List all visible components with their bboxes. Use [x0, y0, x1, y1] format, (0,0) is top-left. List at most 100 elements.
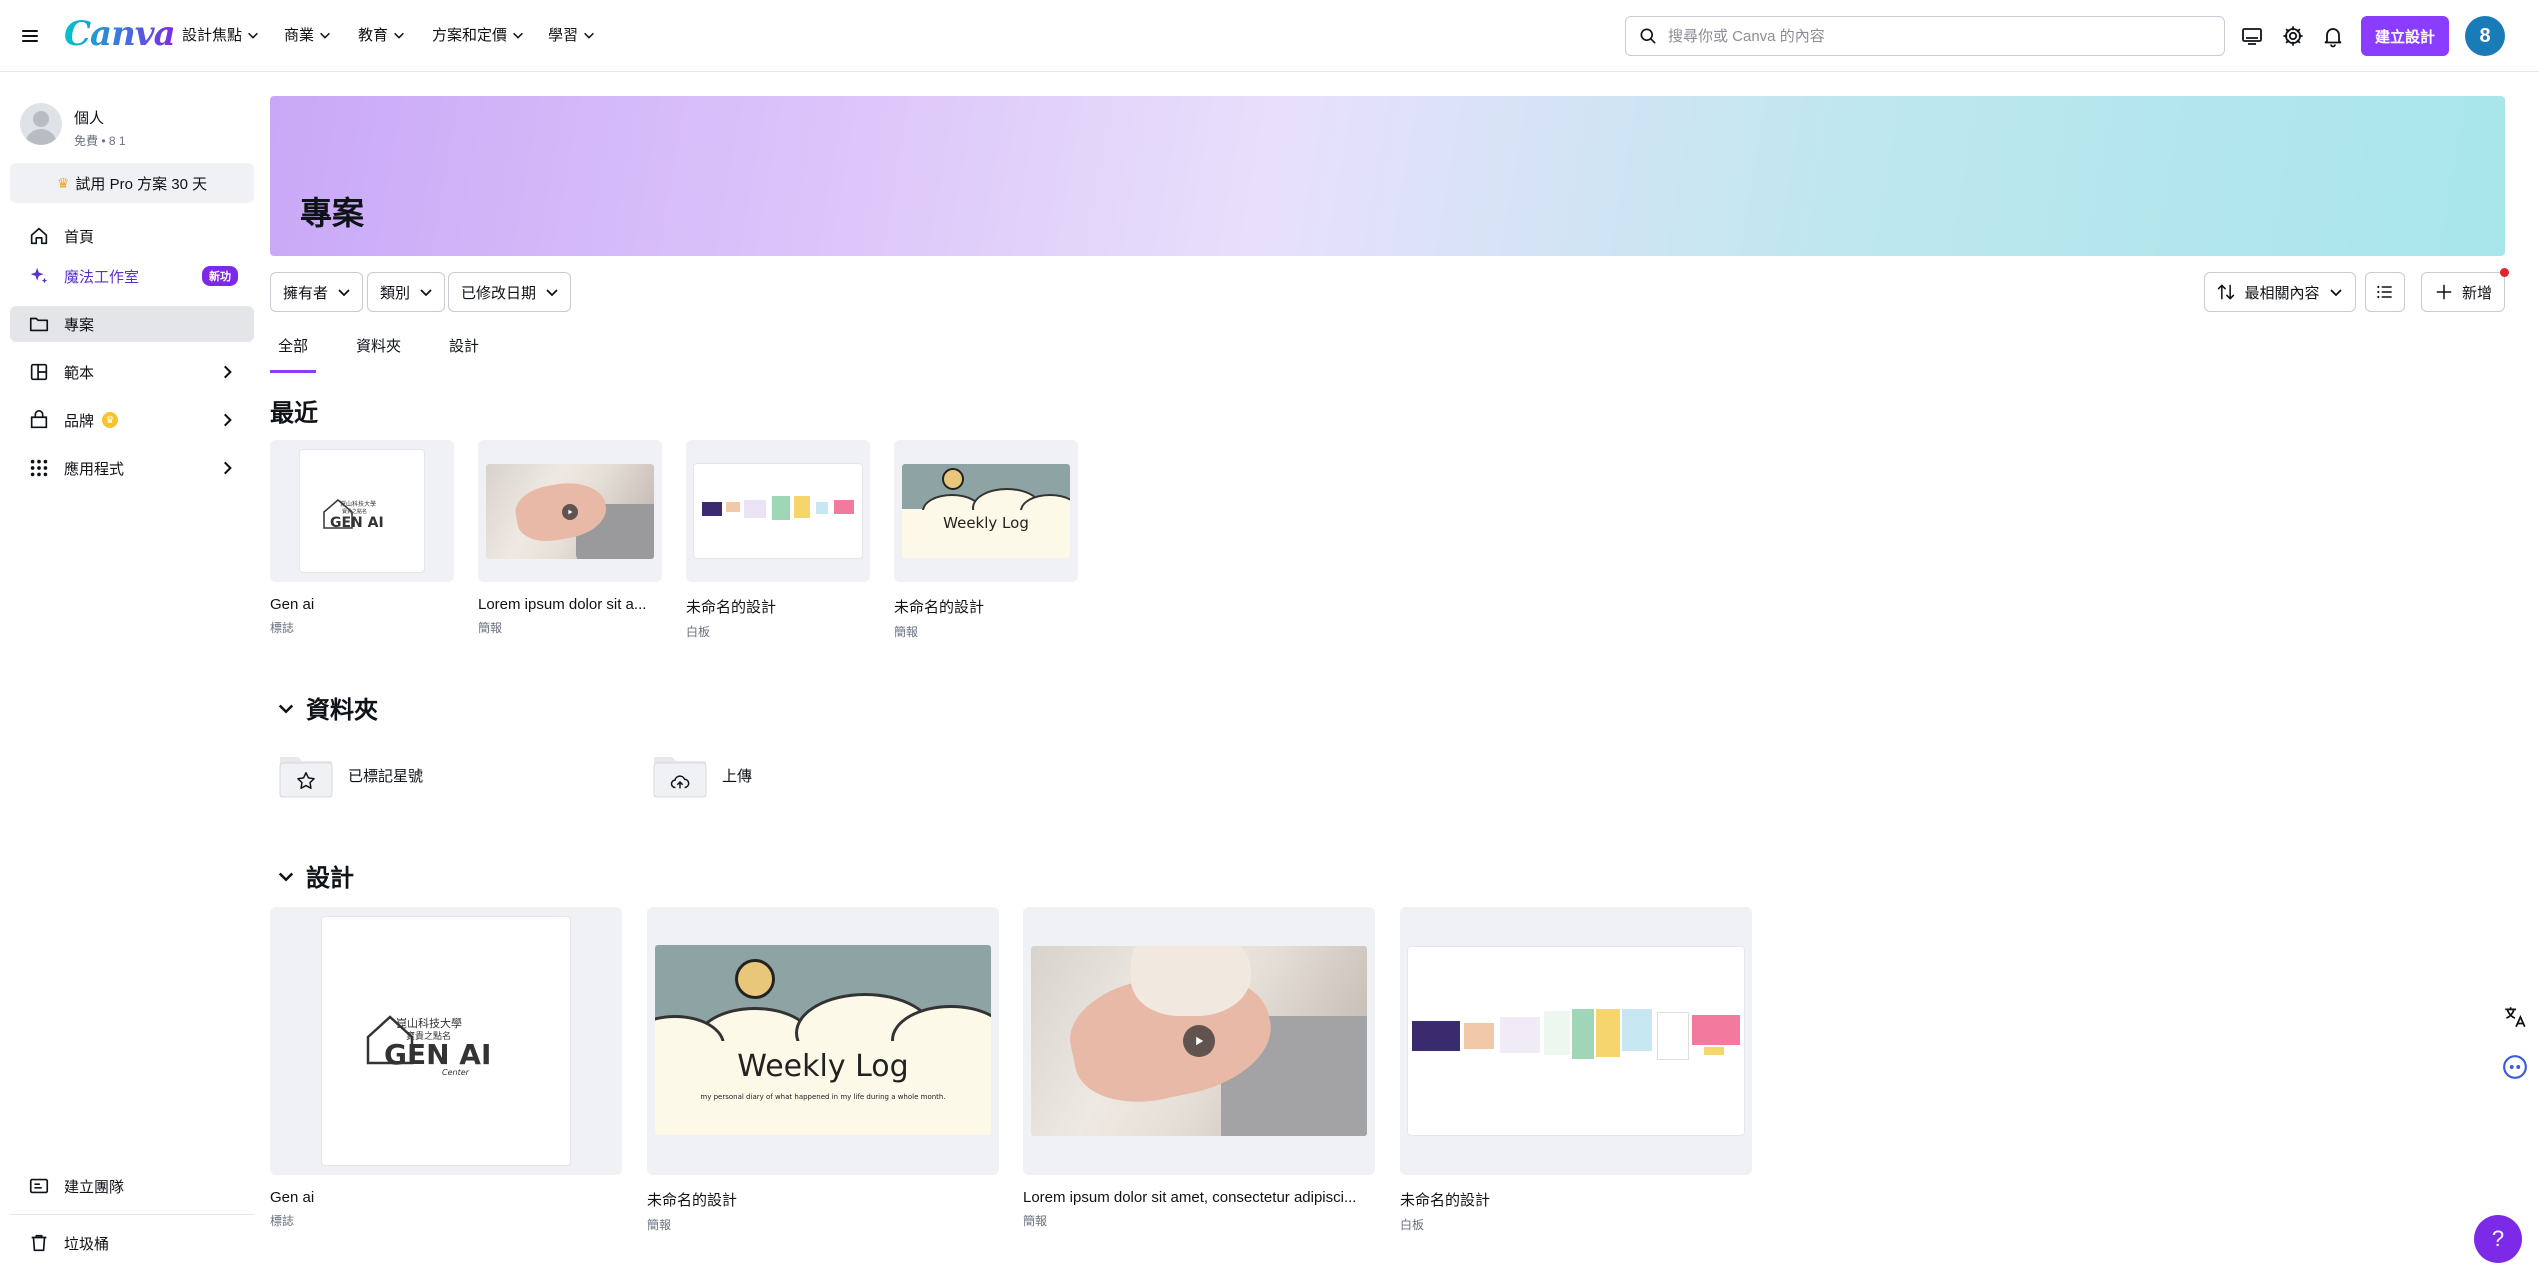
trash-icon — [31, 1234, 47, 1252]
filter-label: 類別 — [380, 284, 411, 302]
create-team-button[interactable]: 建立團隊 — [10, 1168, 254, 1204]
folder-icon — [278, 751, 334, 799]
search-input[interactable] — [1668, 27, 2188, 45]
play-icon[interactable] — [1183, 1025, 1215, 1057]
translate-icon[interactable] — [2502, 1004, 2528, 1030]
design-card[interactable]: 未命名的設計 白板 — [1400, 907, 1752, 1233]
star-icon — [297, 772, 315, 789]
sort-dropdown[interactable]: 最相關內容 — [2204, 272, 2356, 312]
design-thumbnail: Weekly Log my personal diary of what hap… — [647, 907, 999, 1175]
tab-all[interactable]: 全部 — [270, 335, 317, 373]
sidebar-item-templates[interactable]: 範本 — [10, 354, 254, 390]
tab-folders[interactable]: 資料夾 — [348, 335, 409, 373]
profile-switcher[interactable]: 個人 免費 • 8 1 — [20, 103, 126, 149]
help-button[interactable]: ? — [2474, 1215, 2522, 1263]
new-button[interactable]: 新增 — [2421, 272, 2505, 312]
design-thumbnail — [1400, 907, 1752, 1175]
video-thumbnail — [486, 464, 654, 559]
menu-icon[interactable] — [18, 24, 42, 48]
section-title: 資料夾 — [306, 697, 378, 724]
folder-icon — [652, 751, 708, 799]
chevron-down-icon — [584, 32, 594, 39]
chevron-down-icon — [278, 704, 294, 714]
crown-badge-icon: ♛ — [102, 412, 119, 428]
bell-icon[interactable] — [2321, 24, 2345, 48]
folders-section-header[interactable]: 資料夾 — [276, 690, 378, 725]
sidebar-item-magic-studio[interactable]: 魔法工作室 新功 — [10, 258, 254, 294]
recent-card[interactable]: Weekly Log 未命名的設計 簡報 — [894, 440, 1078, 640]
recent-card[interactable]: 未命名的設計 白板 — [686, 440, 870, 640]
video-thumbnail — [1031, 946, 1367, 1136]
canva-logo[interactable]: Canva — [64, 14, 176, 54]
genai-center-text: Center — [442, 1068, 470, 1077]
nav-design-spotlight[interactable]: 設計焦點 — [182, 24, 260, 45]
svg-text:GEN AI: GEN AI — [330, 515, 384, 531]
tab-designs[interactable]: 設計 — [441, 335, 487, 373]
assistant-bot-icon[interactable] — [2502, 1054, 2528, 1080]
sidebar: 個人 免費 • 8 1 ♛ 試用 Pro 方案 30 天 首頁 魔法工作室 新功… — [0, 73, 262, 1274]
team-icon — [29, 1178, 49, 1194]
genai-line1: 崑山科技大學 — [396, 1016, 462, 1030]
search-bar[interactable] — [1625, 16, 2225, 56]
whiteboard-preview — [694, 464, 862, 558]
sidebar-item-apps[interactable]: 應用程式 — [10, 450, 254, 486]
sidebar-divider — [10, 1214, 254, 1215]
whiteboard-preview — [1408, 947, 1744, 1135]
folder-uploads[interactable]: 上傳 — [652, 751, 752, 799]
design-card[interactable]: Weekly Log my personal diary of what hap… — [647, 907, 999, 1233]
try-pro-button[interactable]: ♛ 試用 Pro 方案 30 天 — [10, 163, 254, 203]
gear-icon[interactable] — [2281, 24, 2305, 48]
nav-pricing[interactable]: 方案和定價 — [432, 24, 525, 45]
card-type: 白板 — [1400, 1218, 1425, 1232]
sidebar-item-home[interactable]: 首頁 — [10, 218, 254, 254]
recent-card[interactable]: 崑山科技大學 寶貴之點名 GEN AI Gen ai 標誌 — [270, 440, 454, 636]
folder-label: 上傳 — [722, 767, 753, 785]
recent-heading: 最近 — [270, 400, 318, 427]
sidebar-item-label: 範本 — [64, 364, 95, 382]
design-thumbnail — [686, 440, 870, 582]
sidebar-item-label: 應用程式 — [64, 460, 125, 478]
list-view-toggle[interactable] — [2365, 272, 2405, 312]
brand-icon — [30, 410, 48, 429]
play-icon — [562, 504, 578, 520]
search-icon — [1640, 28, 1656, 44]
object-shape — [1131, 946, 1251, 1016]
chevron-down-icon — [338, 289, 350, 297]
filter-label: 擁有者 — [283, 284, 329, 302]
card-title: Lorem ipsum dolor sit a... — [478, 596, 647, 613]
filter-owner[interactable]: 擁有者 — [270, 272, 364, 312]
card-title: 未命名的設計 — [647, 1192, 738, 1209]
sidebar-item-brand[interactable]: 品牌 ♛ — [10, 402, 254, 438]
design-card[interactable]: Lorem ipsum dolor sit amet, consectetur … — [1023, 907, 1375, 1229]
desktop-app-icon[interactable] — [2240, 24, 2264, 48]
weekly-log-title: Weekly Log — [737, 1049, 909, 1084]
design-thumbnail: Weekly Log — [894, 440, 1078, 582]
nav-education[interactable]: 教育 — [358, 24, 406, 45]
filter-category[interactable]: 類別 — [367, 272, 446, 312]
new-label: 新增 — [2461, 284, 2492, 302]
page-title: 專案 — [300, 195, 365, 231]
weekly-log-title: Weekly Log — [943, 514, 1029, 532]
card-title: 未命名的設計 — [686, 599, 777, 616]
nav-learn[interactable]: 學習 — [548, 24, 596, 45]
design-card[interactable]: 崑山科技大學 寶貴之點名 GEN AI Center Gen ai 標誌 — [270, 907, 622, 1229]
sidebar-item-trash[interactable]: 垃圾桶 — [10, 1225, 254, 1261]
card-title: 未命名的設計 — [1400, 1192, 1491, 1209]
template-icon — [30, 363, 48, 381]
sidebar-item-label: 專案 — [64, 316, 95, 334]
sun-shape — [735, 959, 775, 999]
card-title: Gen ai — [270, 596, 315, 613]
avatar[interactable]: 8 — [2465, 16, 2505, 56]
designs-section-header[interactable]: 設計 — [276, 858, 354, 893]
try-pro-label: 試用 Pro 方案 30 天 — [75, 175, 208, 193]
recent-card[interactable]: Lorem ipsum dolor sit a... 簡報 — [478, 440, 662, 636]
nav-business[interactable]: 商業 — [284, 24, 332, 45]
create-design-button[interactable]: 建立設計 — [2361, 16, 2449, 56]
card-type: 簡報 — [478, 621, 503, 635]
sun-shape — [942, 468, 964, 490]
folder-starred[interactable]: 已標記星號 — [278, 751, 423, 799]
list-view-icon — [2377, 285, 2392, 299]
filter-modified-date[interactable]: 已修改日期 — [448, 272, 572, 312]
profile-name: 個人 — [74, 110, 105, 127]
sidebar-item-projects[interactable]: 專案 — [10, 306, 254, 342]
